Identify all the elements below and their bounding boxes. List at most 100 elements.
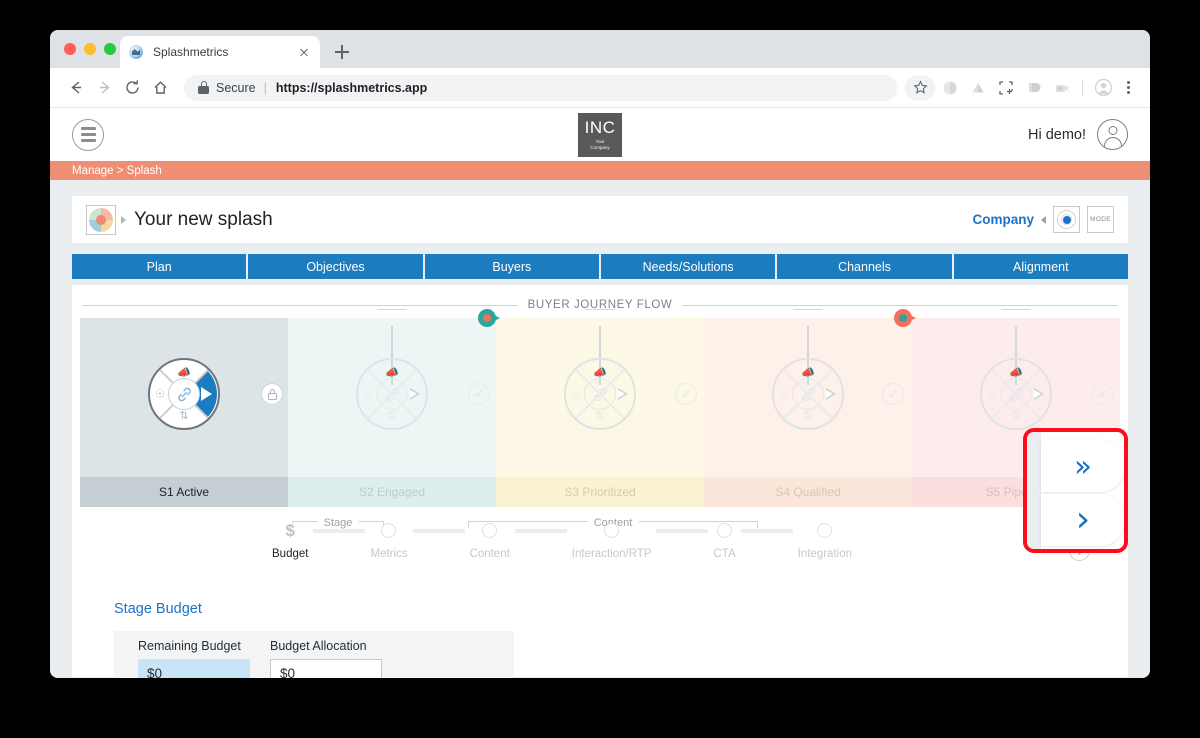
play-icon	[618, 387, 628, 400]
play-icon	[410, 387, 420, 400]
link-icon	[168, 378, 200, 410]
journey-stage-s3[interactable]: 📣 ⇅ ☉ S3 Prioritized	[496, 309, 704, 507]
journey-stage-s4[interactable]: 📣 ⇅ ☉ S4 Qualified	[704, 309, 916, 507]
back-arrow-icon[interactable]	[62, 74, 90, 102]
journey-section-title: BUYER JOURNEY FLOW	[527, 299, 673, 311]
step-connector	[313, 528, 366, 533]
app-header: INC Your Company Hi demo!	[50, 108, 1150, 161]
toolbar-divider	[1082, 79, 1083, 96]
stage-wheel-s4[interactable]: 📣 ⇅ ☉	[772, 358, 844, 430]
screenshot-capture-icon[interactable]	[993, 75, 1019, 101]
skip-forward-button[interactable]: »	[1041, 440, 1124, 492]
step-node-icon	[717, 523, 733, 538]
step-connector	[412, 528, 465, 533]
bookmark-star-icon[interactable]	[905, 74, 935, 101]
mode-switcher: Company MODE	[972, 206, 1114, 233]
logo-subtext-line2: Company	[590, 144, 610, 150]
step-metrics[interactable]: Metrics	[370, 523, 408, 560]
link-icon	[1000, 378, 1032, 410]
connector-check-icon-3[interactable]: ✓	[882, 383, 905, 405]
stage-label-s4: S4 Qualified	[704, 477, 912, 507]
stage-label-s2: S2 Engaged	[288, 477, 496, 507]
tab-needs-solutions[interactable]: Needs/Solutions	[600, 254, 776, 279]
user-avatar-icon[interactable]	[1097, 119, 1128, 150]
budget-allocation-input[interactable]: $0	[270, 659, 382, 678]
tab-objectives[interactable]: Objectives	[248, 254, 423, 279]
breadcrumb-text: Manage > Splash	[72, 164, 162, 177]
address-bar[interactable]: Secure | https://splashmetrics.app	[184, 74, 897, 101]
connector-check-icon-2[interactable]: ✓	[675, 383, 698, 405]
remaining-budget-input[interactable]: $0	[138, 659, 250, 678]
play-icon	[826, 387, 836, 400]
next-step-button[interactable]: ›	[1041, 494, 1124, 546]
stage-label-s3: S3 Prioritized	[496, 477, 704, 507]
greeting-text: Hi demo!	[1027, 126, 1086, 143]
camera-icon[interactable]	[1049, 75, 1075, 101]
connector-check-icon-4[interactable]: ✓	[1092, 383, 1115, 405]
home-icon[interactable]	[146, 74, 174, 102]
drive-icon[interactable]	[965, 75, 991, 101]
browser-tab-strip: Splashmetrics	[50, 30, 1150, 68]
hamburger-menu-icon[interactable]	[72, 118, 104, 151]
browser-tab[interactable]: Splashmetrics	[120, 36, 320, 68]
repeat-icon: ⇅	[1011, 410, 1021, 422]
splashmetrics-favicon-icon	[128, 44, 144, 60]
persona-icon: ☉	[987, 388, 997, 401]
remaining-budget-label: Remaining Budget	[138, 639, 241, 653]
dollar-icon: $	[282, 521, 298, 540]
tab-channels[interactable]: Channels	[777, 254, 952, 279]
minimize-window-button[interactable]	[84, 43, 96, 55]
stage-marker-pin-1[interactable]	[478, 309, 500, 327]
stage-budget-heading: Stage Budget	[114, 601, 202, 617]
forward-arrow-icon[interactable]	[90, 74, 118, 102]
browser-menu-icon[interactable]	[1118, 75, 1138, 101]
mode-button[interactable]: MODE	[1087, 206, 1114, 233]
step-integration[interactable]: Integration	[798, 523, 852, 560]
close-tab-icon[interactable]	[296, 44, 312, 60]
tab-title: Splashmetrics	[153, 45, 229, 59]
breadcrumb: Manage > Splash	[50, 161, 1150, 180]
step-interaction[interactable]: Interaction/RTP	[572, 523, 651, 560]
extension-circle-icon[interactable]	[937, 75, 963, 101]
journey-stage-s1[interactable]: 📣 ⇅ ☉ S1 Active	[80, 318, 288, 507]
mode-label: Company	[972, 212, 1034, 227]
step-label-content: Content	[469, 548, 510, 560]
user-greeting-area: Hi demo!	[1028, 119, 1128, 150]
address-separator: |	[263, 80, 267, 95]
new-tab-button[interactable]	[332, 42, 352, 62]
step-content[interactable]: Content	[470, 523, 510, 560]
repeat-icon: ⇅	[803, 410, 813, 422]
browser-toolbar: Secure | https://splashmetrics.app	[50, 68, 1150, 108]
browser-tool-icons	[905, 74, 1138, 101]
step-budget[interactable]: $ Budget	[272, 521, 308, 561]
tab-alignment[interactable]: Alignment	[953, 254, 1128, 279]
browser-window: Splashmetrics Secure | https://splashmet…	[50, 30, 1150, 678]
next-navigation-highlight: » ›	[1023, 428, 1128, 553]
splash-wheel-icon[interactable]	[86, 204, 116, 235]
stage-wheel-s3[interactable]: 📣 ⇅ ☉	[564, 358, 636, 430]
divider-left	[82, 304, 518, 306]
reload-icon[interactable]	[118, 74, 146, 102]
shape-icon[interactable]	[1021, 75, 1047, 101]
progress-stepper: $ Budget Metrics Content Interaction/RTP	[272, 521, 852, 561]
tab-buyers[interactable]: Buyers	[424, 254, 599, 279]
step-label-integration: Integration	[797, 548, 852, 560]
stage-budget-panel: Stage Budget Remaining Budget $0 Budget …	[72, 587, 1128, 678]
stage-wheel-s5[interactable]: 📣 ⇅ ☉	[980, 358, 1052, 430]
tab-plan[interactable]: Plan	[72, 254, 247, 279]
journey-stage-s2[interactable]: 📣 ⇅ ☉ S2 Engaged	[288, 309, 500, 507]
step-connector	[656, 528, 709, 533]
step-connector	[514, 528, 567, 533]
stage-marker-pin-2[interactable]	[894, 309, 916, 327]
close-window-button[interactable]	[64, 43, 76, 55]
mode-radio-button[interactable]	[1053, 206, 1080, 233]
profile-avatar-icon[interactable]	[1090, 75, 1116, 101]
connector-lock-icon[interactable]	[261, 383, 284, 405]
maximize-window-button[interactable]	[104, 43, 116, 55]
budget-allocation-group: Budget Allocation $0	[270, 639, 382, 678]
step-cta[interactable]: CTA	[713, 523, 736, 560]
stage-wheel-s1[interactable]: 📣 ⇅ ☉	[148, 358, 220, 430]
repeat-icon: ⇅	[387, 410, 397, 422]
stage-wheel-s2[interactable]: 📣 ⇅ ☉	[356, 358, 428, 430]
connector-check-icon-1[interactable]: ✓	[468, 383, 491, 405]
